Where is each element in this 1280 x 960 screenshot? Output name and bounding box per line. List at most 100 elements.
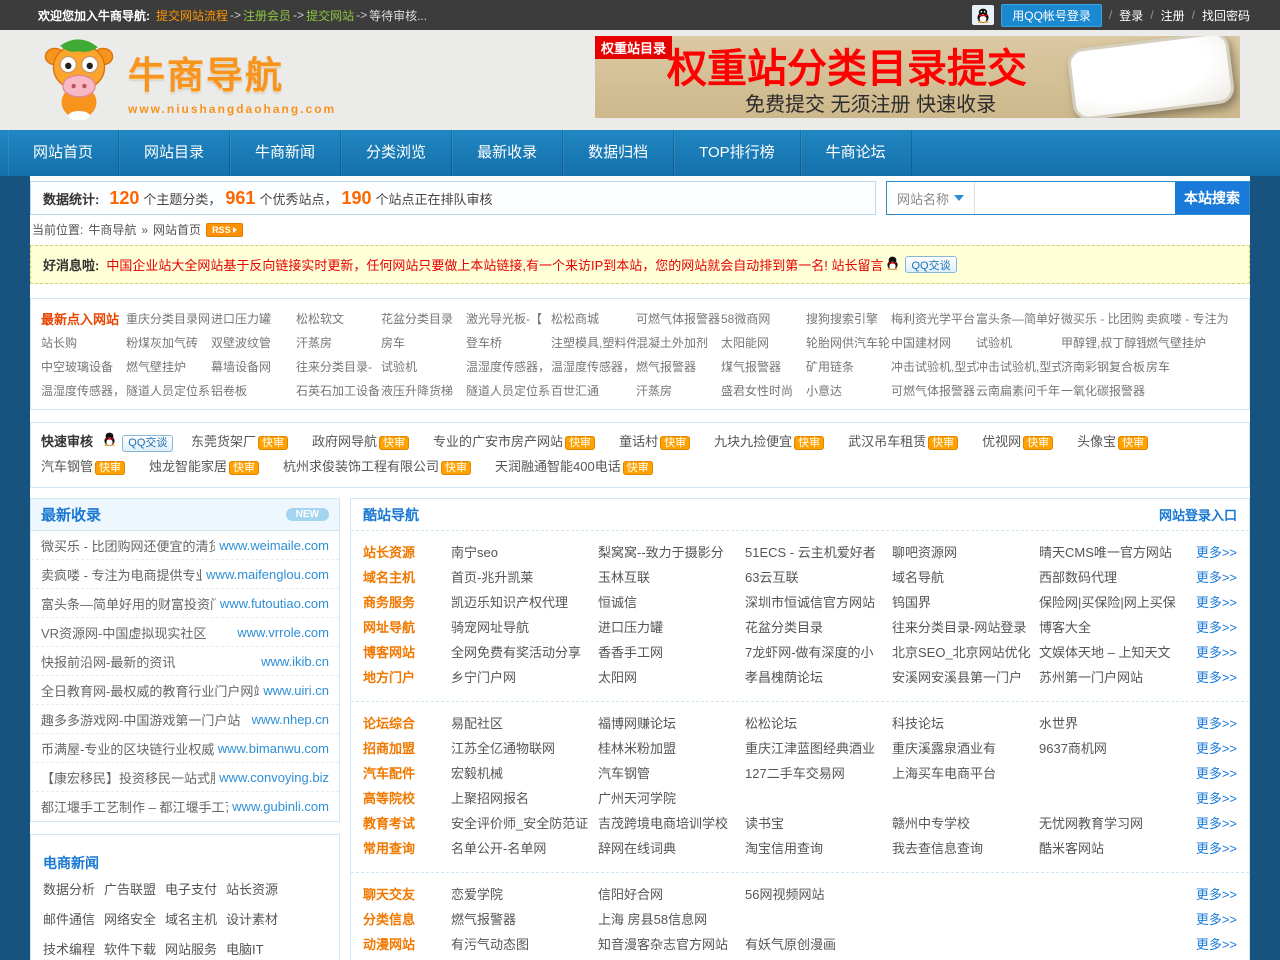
site-link[interactable]: 甲醇锂,叔丁醇锂 <box>1061 334 1146 351</box>
site-link[interactable]: 太阳能网 <box>721 334 806 351</box>
fast-review-badge[interactable]: 快审 <box>1023 436 1053 450</box>
site-link[interactable]: 晴天CMS唯一官方网站 <box>1039 542 1184 561</box>
site-link[interactable]: 杭州求俊装饰工程有限公司 <box>283 459 439 474</box>
category-label[interactable]: 教育考试 <box>363 813 451 832</box>
nav-item-3[interactable]: 牛商新闻 <box>230 130 341 176</box>
site-link[interactable]: 百世汇通 <box>551 382 636 399</box>
category-label[interactable]: 博客网站 <box>363 642 451 661</box>
site-link[interactable]: 深圳市恒诚信官方网站 <box>745 592 890 611</box>
site-link[interactable]: 武汉吊车租赁 <box>848 434 926 449</box>
category-label[interactable]: 域名主机 <box>363 567 451 586</box>
site-login-entry-link[interactable]: 网站登录入口 <box>1159 505 1237 524</box>
site-link[interactable]: 全网免费有奖活动分享 <box>451 642 596 661</box>
flow-step-submit-site[interactable]: 提交网站 <box>306 7 354 24</box>
more-link[interactable]: 更多>> <box>1196 713 1237 732</box>
login-link[interactable]: 登录 <box>1119 7 1143 24</box>
nav-item-8[interactable]: 牛商论坛 <box>801 130 912 176</box>
site-link[interactable]: 头像宝 <box>1077 434 1116 449</box>
site-link[interactable]: 九块九捡便宜 <box>714 434 792 449</box>
category-link[interactable]: 设计素材 <box>226 905 278 935</box>
site-link[interactable]: 轮胎网供汽车轮 <box>806 334 891 351</box>
site-name-link[interactable]: 趣多多游戏网-中国游戏第一门户站 <box>41 710 248 729</box>
site-link[interactable]: 矿用链条 <box>806 358 891 375</box>
site-link[interactable]: 混凝土外加剂 <box>636 334 721 351</box>
site-name-link[interactable]: 币满屋-专业的区块链行业权威的 <box>41 739 214 758</box>
site-link[interactable]: 127二手车交易网 <box>745 763 890 782</box>
site-link[interactable]: 松松软文 <box>296 310 381 327</box>
site-url-link[interactable]: www.nhep.cn <box>252 712 329 727</box>
site-link[interactable]: 中空玻璃设备 <box>41 358 126 375</box>
site-link[interactable]: 汽车钢管 <box>41 459 93 474</box>
site-link[interactable]: 骑宠网址导航 <box>451 617 596 636</box>
site-link[interactable]: 富头条—简单好 <box>976 310 1061 327</box>
site-link[interactable]: 域名导航 <box>892 567 1037 586</box>
site-link[interactable]: 可燃气体报警器 <box>636 310 721 327</box>
register-link[interactable]: 注册 <box>1161 7 1185 24</box>
site-link[interactable]: 天润融通智能400电话 <box>495 459 621 474</box>
site-link[interactable]: 读书宝 <box>745 813 890 832</box>
site-link[interactable]: 往来分类目录-网站登录 <box>892 617 1037 636</box>
site-link[interactable]: 燃气报警器 <box>451 909 596 928</box>
category-label[interactable]: 常用查询 <box>363 838 451 857</box>
site-link[interactable]: 站长购 <box>41 334 126 351</box>
site-link[interactable]: 幕墙设备网 <box>211 358 296 375</box>
more-link[interactable]: 更多>> <box>1196 934 1237 953</box>
fast-review-badge[interactable]: 快审 <box>1118 436 1148 450</box>
site-link[interactable]: 专业的广安市房产网站 <box>433 434 563 449</box>
qq-login-button[interactable]: 用QQ帐号登录 <box>1001 4 1102 27</box>
site-link[interactable]: 中国建材网 <box>891 334 976 351</box>
site-name-link[interactable]: VR资源网-中国虚拟现实社区 <box>41 623 233 642</box>
breadcrumb-home-link[interactable]: 牛商导航 <box>88 221 136 238</box>
site-link[interactable]: 试验机 <box>976 334 1061 351</box>
site-link[interactable]: 优视网 <box>982 434 1021 449</box>
site-link[interactable]: 冲击试验机,型式 <box>976 358 1061 375</box>
site-link[interactable]: 保险网|买保险|网上买保 <box>1039 592 1184 611</box>
site-link[interactable]: 桂林米粉加盟 <box>598 738 743 757</box>
site-link[interactable]: 石英石加工设备 <box>296 382 381 399</box>
more-link[interactable]: 更多>> <box>1196 667 1237 686</box>
site-link[interactable]: 激光导光板-【 <box>466 310 551 327</box>
more-link[interactable]: 更多>> <box>1196 592 1237 611</box>
category-label[interactable]: 站长资源 <box>363 542 451 561</box>
nav-item-4[interactable]: 分类浏览 <box>341 130 452 176</box>
breadcrumb-current-page[interactable]: 网站首页 <box>153 221 201 238</box>
site-link[interactable]: 汗蒸房 <box>296 334 381 351</box>
more-link[interactable]: 更多>> <box>1196 813 1237 832</box>
site-link[interactable]: 液压升降货梯 <box>381 382 466 399</box>
site-link[interactable]: 重庆分类目录网 <box>126 310 211 327</box>
site-link[interactable]: 燃气壁挂炉 <box>126 358 211 375</box>
site-link[interactable]: 水世界 <box>1039 713 1184 732</box>
fast-review-badge[interactable]: 快审 <box>441 461 471 475</box>
site-link[interactable]: 信阳好合网 <box>598 884 743 903</box>
site-link[interactable]: 进口压力罐 <box>598 617 743 636</box>
more-link[interactable]: 更多>> <box>1196 567 1237 586</box>
site-link[interactable]: 恒诚信 <box>598 592 743 611</box>
rss-badge[interactable]: RSS <box>206 223 243 237</box>
site-link[interactable]: 香香手工网 <box>598 642 743 661</box>
category-label[interactable]: 招商加盟 <box>363 738 451 757</box>
flow-step-register[interactable]: 注册会员 <box>243 7 291 24</box>
site-link[interactable]: 燃气壁挂炉 <box>1146 334 1231 351</box>
nav-item-5[interactable]: 最新收录 <box>452 130 563 176</box>
category-link[interactable]: 网络安全 <box>104 905 156 935</box>
site-link[interactable]: 知音漫客杂志官方网站 <box>598 934 743 953</box>
site-link[interactable]: 松松论坛 <box>745 713 890 732</box>
fast-review-badge[interactable]: 快审 <box>623 461 653 475</box>
site-link[interactable]: 花盆分类目录 <box>381 310 466 327</box>
category-link[interactable]: 软件下载 <box>104 935 156 960</box>
category-link[interactable]: 域名主机 <box>165 905 217 935</box>
fast-review-badge[interactable]: 快审 <box>95 461 125 475</box>
site-link[interactable]: 搜狗搜索引擎 <box>806 310 891 327</box>
category-link[interactable]: 邮件通信 <box>43 905 95 935</box>
fast-review-badge[interactable]: 快审 <box>928 436 958 450</box>
more-link[interactable]: 更多>> <box>1196 738 1237 757</box>
site-link[interactable]: 铝卷板 <box>211 382 296 399</box>
site-link[interactable]: 赣州中专学校 <box>892 813 1037 832</box>
site-link[interactable]: 孝昌槐荫论坛 <box>745 667 890 686</box>
site-link[interactable]: 上海 房县58信息网 <box>598 909 743 928</box>
category-link[interactable]: 数据分析 <box>43 875 95 905</box>
search-input[interactable] <box>975 182 1175 214</box>
site-link[interactable]: 隧道人员定位系 <box>126 382 211 399</box>
site-link[interactable]: 江苏全亿通物联网 <box>451 738 596 757</box>
site-link[interactable]: 凯迈乐知识产权代理 <box>451 592 596 611</box>
